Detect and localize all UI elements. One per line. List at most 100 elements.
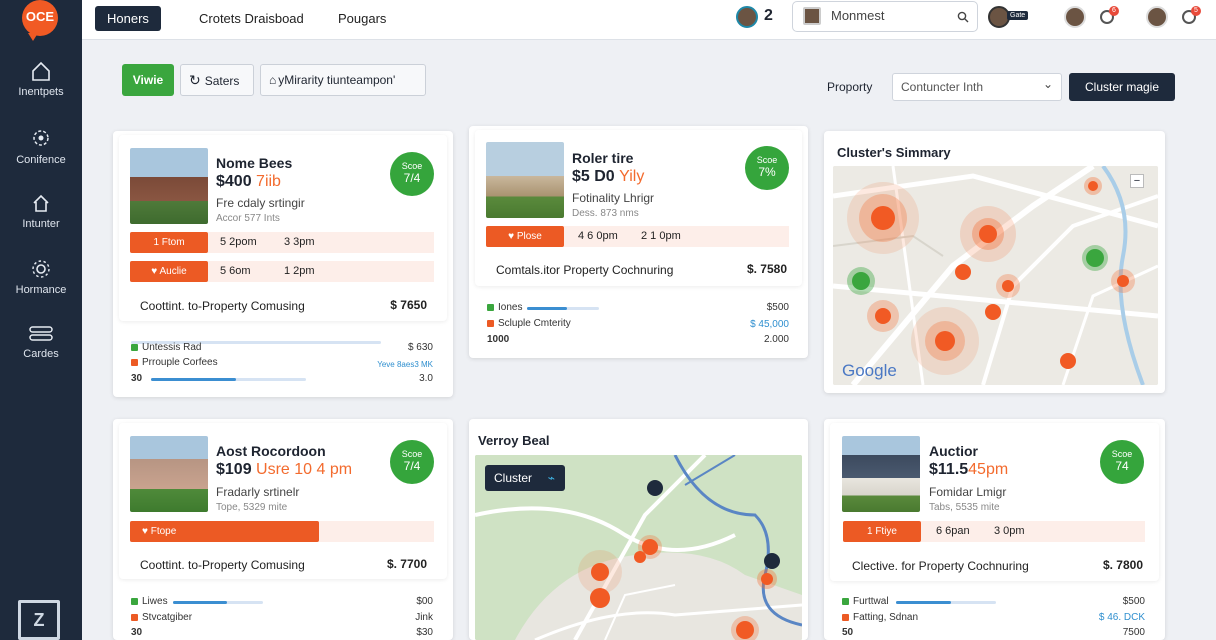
- similarity-button[interactable]: ⌂ yMirarity tiunteampon': [260, 64, 426, 96]
- legend-value: $00: [416, 596, 433, 607]
- property-title: Nome Bees: [216, 155, 293, 171]
- legend-value: $500: [1122, 596, 1145, 607]
- filter-icon: ↻: [189, 72, 201, 88]
- cluster-button[interactable]: Cluster ⌁: [485, 465, 565, 491]
- property-select[interactable]: Contuncter Inth: [892, 71, 1062, 101]
- verroy-map[interactable]: Cluster ⌁: [475, 455, 802, 640]
- bell-icon[interactable]: 5: [1182, 6, 1201, 24]
- search-input[interactable]: [831, 8, 951, 23]
- sidebar-item-conifence[interactable]: Conifence: [0, 126, 82, 166]
- tab-crotets-draisboad[interactable]: Crotets Draisboad: [199, 6, 304, 31]
- google-logo: Google: [842, 361, 897, 380]
- bell-icon[interactable]: 6: [1100, 6, 1119, 24]
- topbar: Honers Crotets Draisboad Pougars 2 Gate …: [82, 0, 1216, 40]
- cluster-magie-button[interactable]: Cluster magie: [1069, 73, 1175, 101]
- legend-value: Yeve 8aes3 MK: [377, 360, 433, 369]
- schedule-row[interactable]: ♥ Plose 4 6 0pm 2 1 0pm: [486, 226, 789, 247]
- cluster-map[interactable]: − Google: [833, 166, 1158, 385]
- sidebar-item-inentpets[interactable]: Inentpets: [0, 60, 82, 98]
- legend-value: $ 45,000: [750, 319, 789, 330]
- time-start: 4 6 0pm: [578, 230, 618, 242]
- legend-row: Liwes: [131, 596, 168, 607]
- progress-bar: [527, 307, 599, 310]
- legend-row: Prrouple Corfees: [131, 357, 218, 368]
- time-end: 1 2pm: [284, 265, 315, 277]
- view-button[interactable]: Viwie: [122, 64, 174, 96]
- sidebar-item-label: Cardes: [23, 348, 59, 360]
- zoom-out-button[interactable]: −: [1130, 174, 1144, 188]
- sidebar-item-hormance[interactable]: Hormance: [0, 258, 82, 296]
- stack-icon: [29, 326, 53, 341]
- tab-pougars[interactable]: Pougars: [338, 6, 386, 31]
- chart-icon: ⌁: [547, 471, 555, 485]
- score-badge: Scoe 7%: [745, 146, 789, 190]
- member-avatar[interactable]: [1146, 6, 1168, 28]
- app-logo[interactable]: OCE: [22, 0, 58, 41]
- progress-bar: [173, 601, 263, 604]
- legend-value: 7500: [1122, 627, 1145, 638]
- search-box[interactable]: [792, 1, 978, 32]
- property-card[interactable]: Nome Bees $400 7iib Fre cdaly srtingir A…: [113, 131, 453, 397]
- time-end: 3 0pm: [994, 525, 1025, 537]
- notification-badge: 5: [1191, 6, 1201, 16]
- sidebar-item-cardes[interactable]: Cardes: [0, 324, 82, 360]
- property-title: Roler tire: [572, 150, 634, 166]
- event-badge: ♥ Auclie: [130, 261, 208, 282]
- schedule-row[interactable]: 1 Ftom 5 2pom 3 3pm: [130, 232, 434, 253]
- property-card[interactable]: Roler tire $5 D0 Yily Fotinality Lhrigr …: [469, 126, 808, 358]
- time-start: 5 6om: [220, 265, 251, 277]
- house-icon: [32, 61, 50, 81]
- property-card-header: Nome Bees $400 7iib Fre cdaly srtingir A…: [119, 135, 447, 321]
- search-icon[interactable]: [957, 11, 969, 23]
- property-photo[interactable]: [842, 436, 920, 512]
- legend-row: 30: [131, 627, 143, 638]
- legend-row: Iones: [487, 302, 522, 313]
- property-address: Tabs, 5535 mite: [929, 502, 1000, 513]
- home-outline-icon: [33, 194, 49, 212]
- progress-bar: [151, 378, 306, 381]
- legend-row: Stvcatgiber: [131, 612, 192, 623]
- footer-label: Coottint. to-Property Comusing: [140, 299, 305, 313]
- team-avatar[interactable]: [1064, 6, 1086, 28]
- legend-row: Furttwal: [842, 596, 889, 607]
- property-title: Auctior: [929, 443, 978, 459]
- tab-honers[interactable]: Honers: [95, 6, 161, 31]
- property-photo[interactable]: [130, 436, 208, 512]
- legend-value: Jink: [415, 612, 433, 623]
- footer-label: Clective. for Property Cochnuring: [852, 559, 1029, 573]
- property-card-header: Roler tire $5 D0 Yily Fotinality Lhrigr …: [475, 130, 802, 286]
- score-badge: Scoe 7/4: [390, 440, 434, 484]
- property-card[interactable]: Auctior $11.545pm Fomidar Lmigr Tabs, 55…: [824, 419, 1165, 640]
- legend-value: $500: [766, 302, 789, 313]
- schedule-row[interactable]: ♥ Auclie 5 6om 1 2pm: [130, 261, 434, 282]
- sidebar-item-label: Intunter: [22, 218, 60, 230]
- notification-badge: 6: [1109, 6, 1119, 16]
- property-subtitle: Fradarly srtinelr: [216, 485, 300, 499]
- sidebar-item-intunter[interactable]: Intunter: [0, 192, 82, 230]
- legend-value: 2.000: [763, 334, 789, 345]
- sidebar-item-label: Hormance: [15, 284, 67, 296]
- footer-app-icon[interactable]: Z: [18, 600, 60, 640]
- network-icon: [33, 130, 49, 146]
- legend-value: $ 630: [407, 342, 433, 353]
- user-avatar[interactable]: [736, 6, 758, 28]
- time-start: 5 2pom: [220, 236, 257, 248]
- score-badge: Scoe 74: [1100, 440, 1144, 484]
- similarity-label: yMirarity tiunteampon': [278, 73, 396, 87]
- property-address: Dess. 873 nms: [572, 208, 639, 219]
- saters-button[interactable]: ↻ Saters: [180, 64, 254, 96]
- schedule-row[interactable]: ♥ Ftope: [130, 521, 434, 542]
- property-address: Tope, 5329 mite: [216, 502, 288, 513]
- footer-value: $. 7580: [746, 262, 787, 276]
- user-count: 2: [764, 7, 773, 24]
- footer-label: Comtals.itor Property Cochnuring: [496, 263, 674, 277]
- legend-row: 50: [842, 627, 854, 638]
- time-start: 6 6pan: [936, 525, 970, 537]
- property-card[interactable]: Aost Rocordoon $109 Usre 10 4 pm Fradarl…: [113, 419, 453, 640]
- legend-row: 1000: [487, 334, 510, 345]
- profile-tag: Gate: [1007, 11, 1029, 20]
- property-photo[interactable]: [130, 148, 208, 224]
- schedule-row[interactable]: 1 Ftiye 6 6pan 3 0pm: [843, 521, 1145, 542]
- score-badge: Scoe 7/4: [390, 152, 434, 196]
- property-photo[interactable]: [486, 142, 564, 218]
